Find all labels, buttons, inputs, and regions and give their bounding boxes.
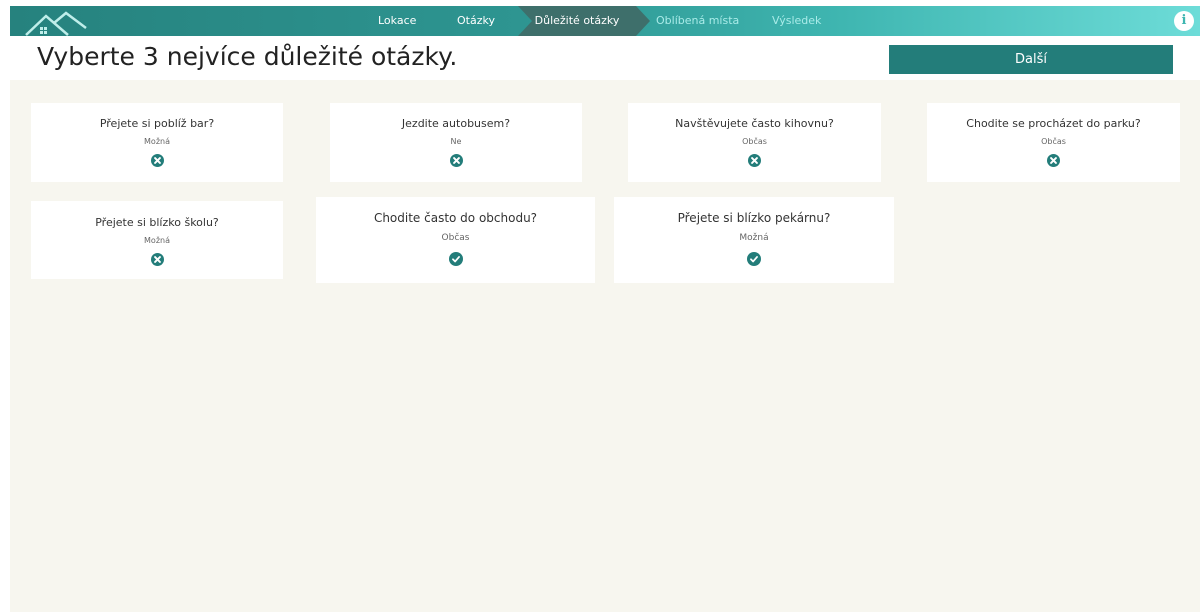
check-icon[interactable] — [448, 252, 463, 266]
question-text: Přejete si blízko pekárnu? — [677, 211, 831, 225]
top-navigation-bar: Lokace Otázky Důležité otázky Oblíbená m… — [10, 6, 1200, 36]
question-text: Přejete si blízko školu? — [95, 216, 219, 229]
remove-icon[interactable] — [449, 154, 463, 167]
nav-step-oblibena-mista[interactable]: Oblíbená místa — [656, 6, 739, 36]
question-text: Chodite často do obchodu? — [373, 211, 538, 225]
question-card[interactable]: Chodite se procházet do parku? Občas — [927, 103, 1180, 182]
page-title: Vyberte 3 nejvíce důležité otázky. — [37, 42, 458, 71]
answer-text: Občas — [1041, 137, 1066, 146]
nav-step-label: Důležité otázky — [534, 14, 620, 27]
question-card[interactable]: Přejete si poblíž bar? Možná — [31, 103, 283, 182]
answer-text: Možná — [144, 137, 170, 146]
question-card[interactable]: Navštěvujete často kihovnu? Občas — [628, 103, 881, 182]
question-card[interactable]: Přejete si blízko školu? Možná — [31, 201, 283, 279]
answer-text: Možná — [144, 236, 170, 245]
remove-icon[interactable] — [1047, 154, 1060, 167]
nav-step-lokace[interactable]: Lokace — [378, 6, 416, 36]
question-text: Jezdite autobusem? — [401, 117, 511, 130]
question-text: Navštěvujete často kihovnu? — [675, 117, 834, 130]
remove-icon[interactable] — [150, 154, 164, 167]
nav-step-otazky[interactable]: Otázky — [457, 6, 495, 36]
remove-icon[interactable] — [748, 154, 761, 167]
question-card-selected[interactable]: Chodite často do obchodu? Občas — [316, 197, 595, 283]
answer-text: Ne — [450, 137, 462, 146]
info-icon[interactable]: i — [1174, 11, 1194, 31]
question-text: Chodite se procházet do parku? — [966, 117, 1141, 130]
question-card[interactable]: Jezdite autobusem? Ne — [330, 103, 582, 182]
remove-icon[interactable] — [150, 253, 164, 266]
nav-step-dulezite-otazky[interactable]: Důležité otázky — [518, 6, 650, 36]
check-icon[interactable] — [747, 252, 761, 266]
next-button[interactable]: Další — [889, 45, 1173, 74]
answer-text: Možná — [739, 233, 769, 243]
question-text: Přejete si poblíž bar? — [99, 117, 215, 130]
house-logo-icon[interactable] — [24, 8, 88, 36]
answer-text: Občas — [441, 233, 470, 243]
answer-text: Občas — [742, 137, 767, 146]
question-card-selected[interactable]: Přejete si blízko pekárnu? Možná — [614, 197, 894, 283]
questions-area: Přejete si poblíž bar? Možná Jezdite aut… — [10, 80, 1200, 612]
nav-step-vysledek[interactable]: Výsledek — [772, 6, 821, 36]
